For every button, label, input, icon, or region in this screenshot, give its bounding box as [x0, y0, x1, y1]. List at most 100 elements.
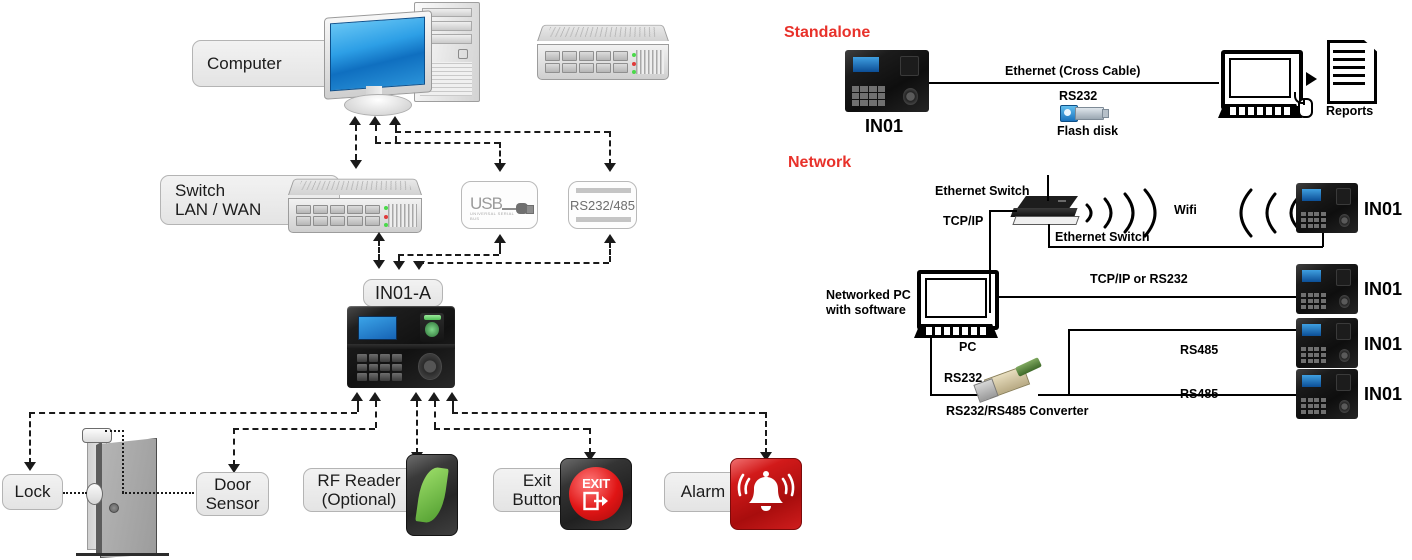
plate-door-sensor-label: Door Sensor: [205, 474, 260, 513]
lock-strike-image: [86, 483, 103, 505]
rs232485-label: RS232/485: [569, 197, 636, 213]
sensor-dotted-link: [122, 492, 194, 494]
standalone-ethernet-line: [929, 82, 1219, 84]
lock-branch-h: [29, 412, 357, 414]
networked-pc-label: Networked PC with software: [826, 288, 911, 317]
tcpip-or-rs232-label: TCP/IP or RS232: [1090, 272, 1188, 286]
alarm-image: [730, 458, 802, 530]
plate-in01a-label: IN01-A: [374, 282, 432, 303]
plate-door-sensor: Door Sensor: [196, 472, 269, 516]
plate-rf-reader: RF Reader (Optional): [303, 468, 415, 512]
reports-document-icon: [1327, 40, 1377, 104]
arrow-down-in01a-2: [393, 261, 405, 270]
router-to-tcpip-line: [989, 210, 1017, 212]
arrow-up-switch: [373, 232, 385, 241]
door-image: [60, 425, 180, 558]
arrow-to-switch: [350, 160, 362, 169]
network-in01-image-1: [1296, 183, 1358, 233]
standalone-in01-label: IN01: [865, 116, 904, 136]
standalone-in01-image: [845, 50, 929, 112]
lock-branch-v1: [357, 401, 359, 412]
arrow-up-in01a-lock: [351, 392, 363, 401]
sensor-branch-h: [233, 428, 375, 430]
arrow-up-in01a-sensor: [369, 392, 381, 401]
exit-button-circle: EXIT: [569, 467, 623, 521]
lock-dotted-link: [63, 492, 87, 494]
plate-computer-label: Computer: [207, 53, 282, 73]
arrow-to-usb-box: [494, 163, 506, 172]
sensor-branch-v1: [375, 401, 377, 428]
router-bottom-h: [1048, 246, 1323, 248]
router-antenna-line: [1047, 175, 1049, 201]
arrow-up-in01a-rf: [410, 392, 422, 401]
rs232-rs485-converter-image: [968, 357, 1048, 403]
rs232485-port-box: RS232/485: [568, 181, 637, 229]
plate-lock-label: Lock: [14, 482, 51, 502]
exit-door-arrow-icon: [583, 491, 608, 511]
line-computer-usb-h: [375, 142, 500, 144]
pc-label: PC: [959, 340, 977, 354]
exit-branch-h: [434, 428, 589, 430]
converter-label: RS232/RS485 Converter: [946, 404, 1089, 418]
line-usb-up: [499, 242, 501, 254]
sensor-dotted-v: [122, 430, 124, 493]
line-computer-switch-v: [355, 125, 357, 160]
arrow-up-in01a-exit: [428, 392, 440, 401]
arrow-up-in01a-alarm: [446, 392, 458, 401]
tcpip-label: TCP/IP: [943, 214, 984, 228]
pc-rs232-down-v: [930, 338, 932, 396]
arrow-to-rs-box: [604, 163, 616, 172]
usb-port-box: USB UNIVERSAL SERIAL BUS: [461, 181, 538, 229]
rs485-top-h: [1068, 329, 1323, 331]
ethernet-switch-bottom-label: Ethernet Switch: [1055, 230, 1150, 244]
network-switch-image-top: [537, 20, 669, 80]
arrow-up-rs: [604, 234, 616, 243]
plate-lock: Lock: [2, 474, 63, 510]
network-in01-image-4: [1296, 369, 1358, 419]
rf-reader-image: [406, 454, 458, 536]
arrow-to-lock: [24, 462, 36, 471]
rs485-bus-v: [1068, 329, 1070, 395]
line-computer-usb-v: [375, 125, 377, 142]
alarm-branch-v1: [452, 401, 454, 412]
exit-branch-v1: [434, 401, 436, 428]
plate-rf-reader-label: RF Reader (Optional): [317, 470, 401, 509]
mouse-icon: [1294, 92, 1313, 118]
exit-button-glyph-label: EXIT: [582, 476, 610, 491]
network-in01-label-2: IN01: [1364, 279, 1403, 299]
network-in01-label-3: IN01: [1364, 334, 1403, 354]
network-in01-label-4: IN01: [1364, 384, 1403, 404]
arrow-down-in01a-1: [373, 260, 385, 269]
alarm-branch-v2: [765, 412, 767, 454]
plate-in01a: IN01-A: [363, 279, 443, 307]
rs485-label-a: RS485: [1180, 343, 1219, 357]
line-rs-back-h: [418, 262, 609, 264]
rf-leaf-icon: [415, 465, 449, 525]
line-rs-down: [609, 131, 611, 165]
line-rs-up: [609, 242, 611, 262]
standalone-flash-disk-label: Flash disk: [1057, 124, 1119, 138]
usb-plug-icon: [502, 203, 534, 214]
sensor-dotted-top: [105, 430, 124, 432]
network-section-title: Network: [788, 154, 852, 171]
arrow-up-usb: [494, 234, 506, 243]
network-switch-image-main: [288, 174, 422, 233]
line-usb-back-h: [398, 254, 499, 256]
standalone-rs232-label: RS232: [1059, 89, 1098, 103]
standalone-ethernet-label: Ethernet (Cross Cable): [1005, 64, 1141, 78]
exit-branch-v2: [589, 428, 591, 454]
line-switch-down: [378, 240, 380, 260]
plate-alarm-label: Alarm: [680, 482, 726, 502]
device1-down-v: [1322, 232, 1324, 247]
router-bottom-v: [1048, 224, 1050, 246]
wifi-label: Wifi: [1174, 203, 1197, 217]
alarm-branch-h: [452, 412, 765, 414]
plate-exit-button-label: Exit Button: [512, 470, 562, 509]
network-in01-image-3: [1296, 318, 1358, 368]
arrow-down-in01a-3: [413, 261, 425, 270]
line-computer-rs-v: [395, 125, 397, 142]
standalone-pc-image: [1218, 50, 1313, 118]
exit-button-image: EXIT: [560, 458, 632, 530]
arrow-to-computer-2: [369, 116, 381, 125]
reports-label: Reports: [1326, 104, 1374, 118]
